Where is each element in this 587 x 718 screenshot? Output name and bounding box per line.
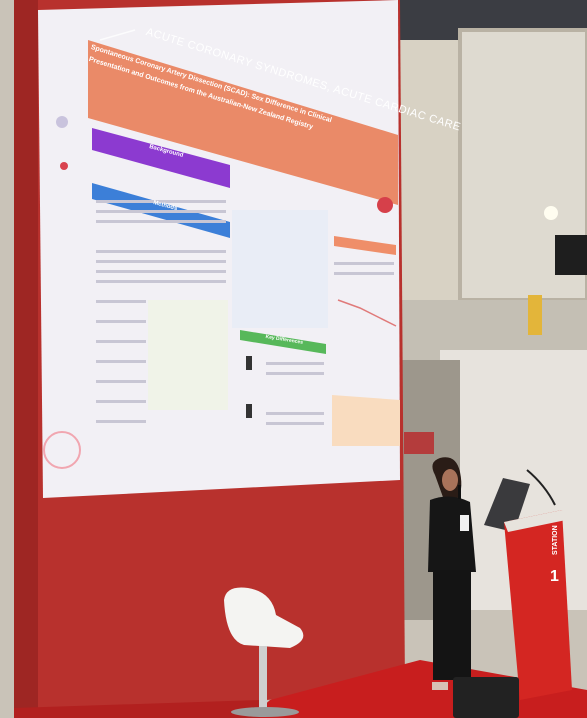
- figure-icon-1: [246, 356, 252, 370]
- presenter-face: [442, 469, 458, 491]
- table-region: [232, 210, 328, 328]
- speaker-box: [555, 235, 587, 275]
- distant-booth-screen: [404, 432, 434, 454]
- stool-base: [231, 707, 299, 717]
- bullet-dot-1: [56, 116, 68, 128]
- presenter-trousers: [433, 570, 471, 680]
- presenter-jacket: [428, 496, 476, 572]
- presenter-badge: [460, 515, 469, 531]
- poster-logo: [377, 197, 393, 213]
- yellow-sign: [528, 295, 542, 335]
- microphone: [458, 485, 461, 499]
- figure-icon-2: [246, 404, 252, 418]
- photo-scene: ACUTE CORONARY SYNDROMES, ACUTE CARDIAC …: [0, 0, 587, 718]
- presenter-shoe: [432, 682, 448, 690]
- conclusion-box: [332, 395, 400, 446]
- podium-station-number: 1: [550, 568, 559, 585]
- red-wall-edge: [14, 0, 38, 718]
- bullet-dot-2: [60, 162, 68, 170]
- floor-monitor-speaker: [453, 677, 519, 718]
- podium-station-label: STATION: [552, 525, 559, 555]
- data-table-left: [148, 300, 228, 410]
- ceiling-light: [544, 206, 558, 220]
- stool-leg: [259, 646, 267, 710]
